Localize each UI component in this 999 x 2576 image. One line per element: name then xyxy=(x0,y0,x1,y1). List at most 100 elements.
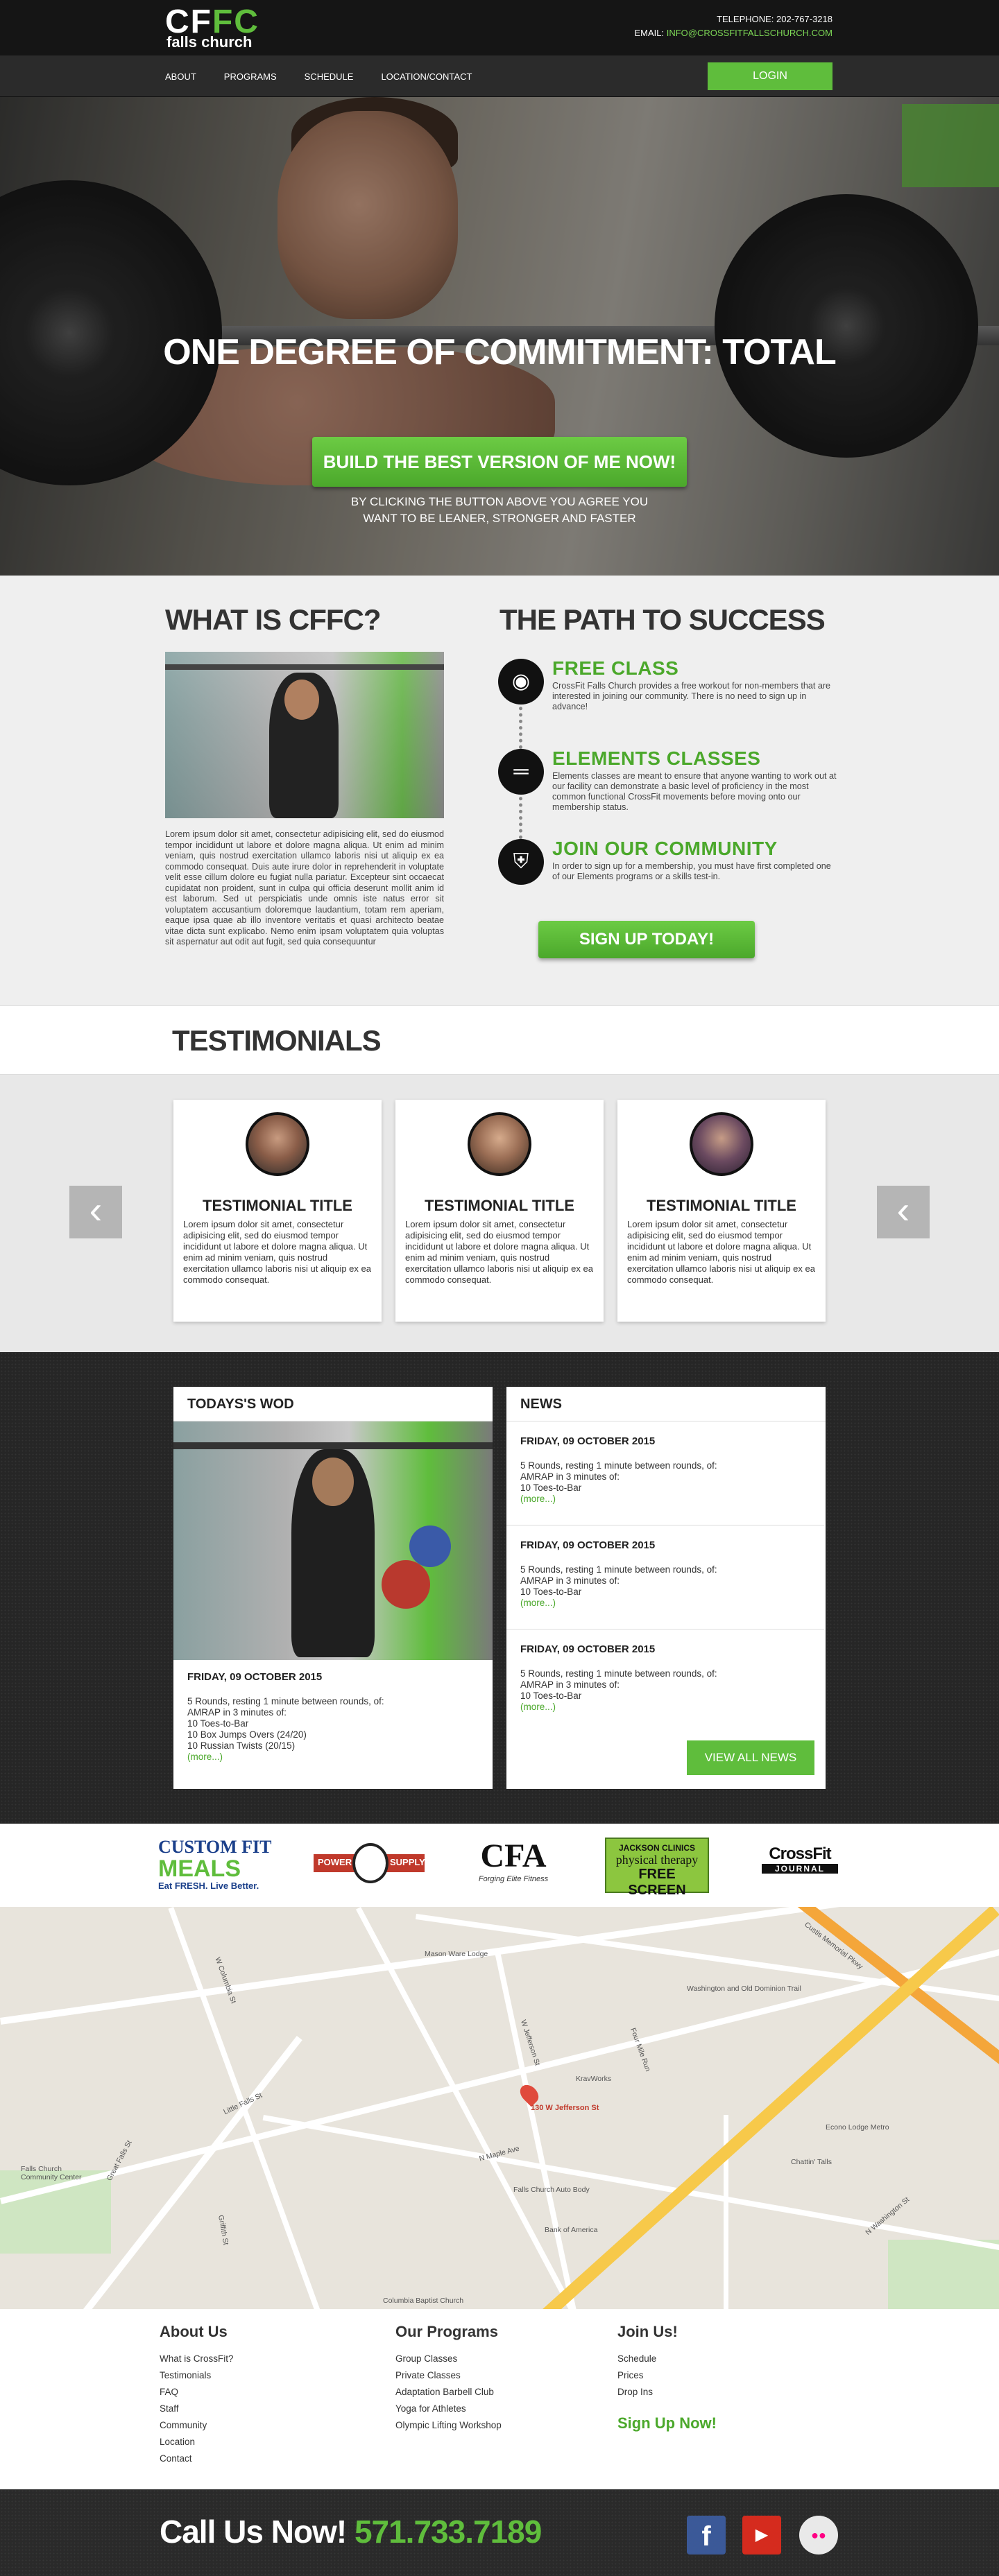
facebook-icon[interactable]: f xyxy=(687,2516,726,2555)
hero-note-line: WANT TO BE LEANER, STRONGER AND FASTER xyxy=(363,512,636,525)
footer-link[interactable]: Prices xyxy=(617,2367,717,2384)
map-label: W Columbia St xyxy=(213,1956,238,2005)
wod-line: 10 Toes-to-Bar xyxy=(187,1718,249,1729)
map-road xyxy=(0,1946,999,2204)
testimonial-card: TESTIMONIAL TITLE Lorem ipsum dolor sit … xyxy=(173,1100,382,1322)
testimonial-text: Lorem ipsum dolor sit amet, consectetur … xyxy=(183,1219,371,1285)
hero: ONE DEGREE OF COMMITMENT: TOTAL BUILD TH… xyxy=(0,97,999,576)
nav-programs[interactable]: PROGRAMS xyxy=(224,71,277,82)
footer-link[interactable]: Testimonials xyxy=(160,2367,234,2384)
login-button[interactable]: LOGIN xyxy=(708,62,832,90)
footer-link[interactable]: Yoga for Athletes xyxy=(395,2401,502,2417)
map-label: Econo Lodge Metro xyxy=(826,2123,889,2132)
sponsor-cfa[interactable]: CFA Forging Elite Fitness xyxy=(444,1838,583,1893)
youtube-icon[interactable]: ▶ xyxy=(742,2516,781,2555)
sponsor-text: CFA xyxy=(480,1838,547,1874)
sponsor-text: Forging Elite Fitness xyxy=(478,1875,549,1883)
hero-cta-button[interactable]: BUILD THE BEST VERSION OF ME NOW! xyxy=(312,437,687,487)
footer-link[interactable]: Contact xyxy=(160,2450,234,2467)
footer-join: Join Us! Schedule Prices Drop Ins Sign U… xyxy=(617,2323,717,2432)
footer-link[interactable]: Group Classes xyxy=(395,2351,502,2367)
sponsor-text: MEALS xyxy=(158,1856,241,1882)
wod-medicine-ball xyxy=(382,1560,430,1609)
footer-link[interactable]: Olympic Lifting Workshop xyxy=(395,2417,502,2434)
carousel-prev-button[interactable]: ‹ xyxy=(69,1186,122,1238)
footer-programs: Our Programs Group Classes Private Class… xyxy=(395,2323,502,2434)
path-step-text: In order to sign up for a membership, yo… xyxy=(552,861,831,881)
map-label: Falls Church Community Center xyxy=(21,2165,82,2181)
testimonial-title: TESTIMONIAL TITLE xyxy=(203,1197,352,1214)
testimonials-title: TESTIMONIALS xyxy=(172,1024,382,1057)
sponsor-custom-fit-meals[interactable]: CUSTOM FIT MEALS Eat FRESH. Live Better. xyxy=(158,1838,300,1893)
sponsor-text: FREE SCREEN xyxy=(628,1867,686,1898)
sponsors-bar: CUSTOM FIT MEALS Eat FRESH. Live Better.… xyxy=(0,1824,999,1907)
nav-schedule[interactable]: SCHEDULE xyxy=(305,71,354,82)
trophy-icon: ⛨ xyxy=(498,839,544,885)
phone-number[interactable]: 571.733.7189 xyxy=(355,2514,542,2550)
wod-news-section: TODAYS'S WOD FRIDAY, 09 OCTOBER 2015 5 R… xyxy=(0,1352,999,1824)
footer-link[interactable]: FAQ xyxy=(160,2384,234,2401)
footer-link[interactable]: What is CrossFit? xyxy=(160,2351,234,2367)
carousel-next-button[interactable]: ‹ xyxy=(877,1186,930,1238)
testimonial-title: TESTIMONIAL TITLE xyxy=(647,1197,796,1214)
footer-heading: About Us xyxy=(160,2323,228,2340)
nav-location-contact[interactable]: LOCATION/CONTACT xyxy=(381,71,472,82)
call-us: Call Us Now! 571.733.7189 xyxy=(160,2513,542,2550)
sponsor-text: POWER xyxy=(318,1857,352,1867)
news-more-link[interactable]: (more...) xyxy=(520,1494,812,1505)
sponsor-text: Eat FRESH. Live Better. xyxy=(158,1881,259,1891)
map-label: Bank of America xyxy=(545,2226,598,2234)
wod-photo-bar xyxy=(173,1442,493,1449)
map-road xyxy=(168,1907,340,2309)
footer-link[interactable]: Drop Ins xyxy=(617,2384,717,2401)
path-step-title: FREE CLASS xyxy=(552,657,679,679)
wod-line: 10 Box Jumps Overs (24/20) xyxy=(187,1729,307,1740)
news-more-link[interactable]: (more...) xyxy=(520,1598,812,1609)
cffc-text: Lorem ipsum dolor sit amet, consectetur … xyxy=(165,829,444,946)
signup-today-button[interactable]: SIGN UP TODAY! xyxy=(538,921,755,958)
wod-line: AMRAP in 3 minutes of: xyxy=(187,1707,287,1718)
path-connector xyxy=(519,790,523,839)
pullup-bar xyxy=(165,664,444,670)
footer-link[interactable]: Schedule xyxy=(617,2351,717,2367)
sponsor-power-supply[interactable]: POWER SUPPLY xyxy=(314,1838,425,1893)
map-park xyxy=(0,2170,111,2254)
footer-link[interactable]: Staff xyxy=(160,2401,234,2417)
email-label: EMAIL: xyxy=(634,28,665,38)
footer-link[interactable]: Location xyxy=(160,2434,234,2450)
avatar xyxy=(690,1112,753,1176)
logo[interactable]: CFFC falls church xyxy=(165,6,290,50)
news-more-link[interactable]: (more...) xyxy=(520,1702,812,1713)
footer-link[interactable]: Community xyxy=(160,2417,234,2434)
news-line: AMRAP in 3 minutes of: xyxy=(520,1575,620,1586)
email-link[interactable]: INFO@CROSSFITFALLSCHURCH.COM xyxy=(667,28,832,38)
cffc-photo xyxy=(165,652,444,818)
footer-link[interactable]: Private Classes xyxy=(395,2367,502,2384)
news-line: 5 Rounds, resting 1 minute between round… xyxy=(520,1564,717,1575)
sponsor-crossfit-journal[interactable]: CrossFit JOURNAL xyxy=(762,1838,838,1893)
location-map[interactable]: Mason Ware Lodge Washington and Old Domi… xyxy=(0,1907,999,2309)
view-all-news-button[interactable]: VIEW ALL NEWS xyxy=(687,1740,814,1775)
sponsor-jackson-clinics[interactable]: JACKSON CLINICS physical therapy FREE SC… xyxy=(605,1838,709,1898)
flickr-icon[interactable]: ●● xyxy=(799,2516,838,2555)
cffc-title: WHAT IS CFFC? xyxy=(165,603,381,636)
news-line: 10 Toes-to-Bar xyxy=(520,1587,582,1597)
testimonial-card: TESTIMONIAL TITLE Lorem ipsum dolor sit … xyxy=(395,1100,604,1322)
nav-about[interactable]: ABOUT xyxy=(165,71,196,82)
footer-link[interactable]: Adaptation Barbell Club xyxy=(395,2384,502,2401)
map-pin-icon[interactable] xyxy=(516,2081,543,2107)
athlete-head xyxy=(284,680,319,720)
news-item: FRIDAY, 09 OCTOBER 2015 5 Rounds, restin… xyxy=(506,1421,824,1525)
map-pin-label: 130 W Jefferson St xyxy=(531,2104,599,2112)
wod-line: 5 Rounds, resting 1 minute between round… xyxy=(187,1696,384,1706)
intro-section: WHAT IS CFFC? Lorem ipsum dolor sit amet… xyxy=(0,576,999,1005)
testimonials-carousel: ‹ ‹ TESTIMONIAL TITLE Lorem ipsum dolor … xyxy=(0,1075,999,1352)
footer-signup-link[interactable]: Sign Up Now! xyxy=(617,2414,717,2432)
path-title: THE PATH TO SUCCESS xyxy=(500,603,826,636)
wod-more-link[interactable]: (more...) xyxy=(187,1752,479,1763)
avatar xyxy=(468,1112,531,1176)
news-title: NEWS xyxy=(506,1387,826,1421)
wod-photo xyxy=(173,1421,493,1660)
hero-note: BY CLICKING THE BUTTON ABOVE YOU AGREE Y… xyxy=(0,494,999,527)
map-label: Columbia Baptist Church xyxy=(383,2297,464,2305)
